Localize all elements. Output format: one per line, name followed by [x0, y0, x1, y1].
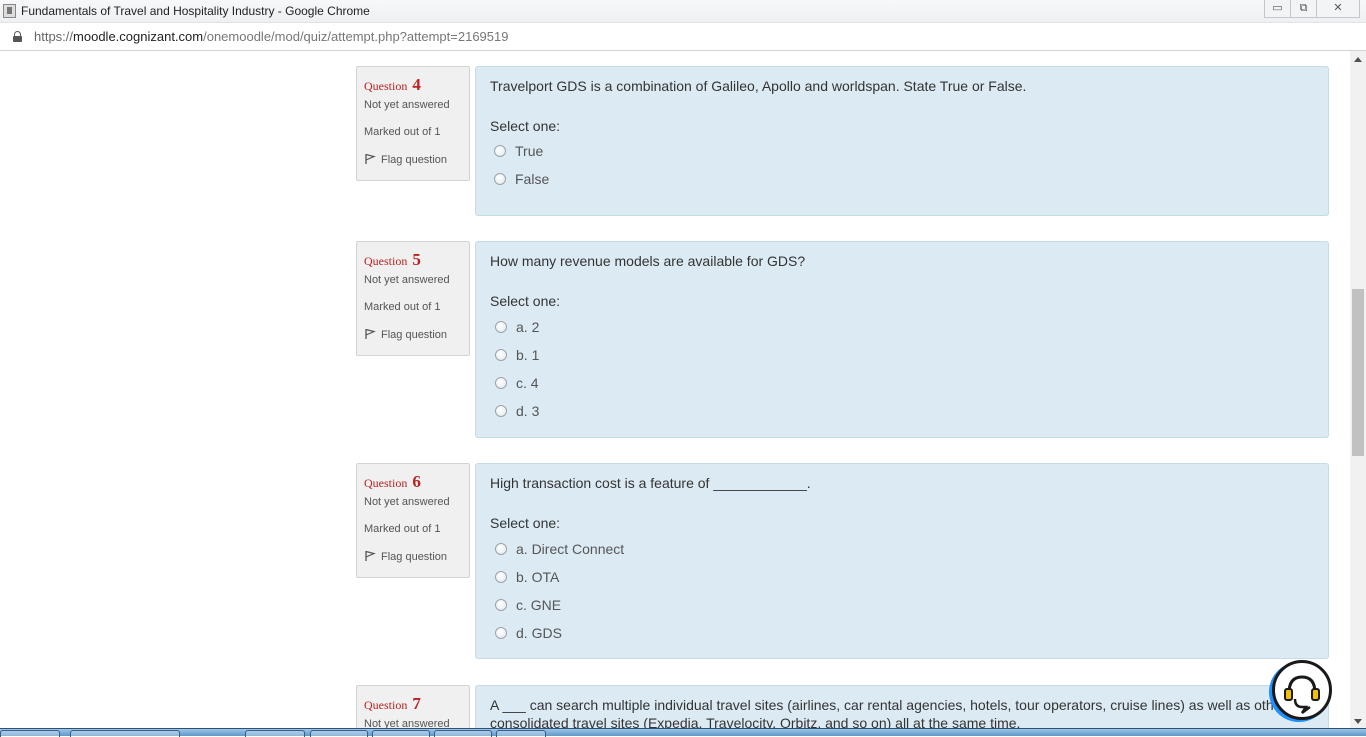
radio-button[interactable] [495, 405, 507, 417]
question-number: Question 7 [364, 694, 462, 713]
question-text: A ___ can search multiple individual tra… [490, 697, 1287, 730]
question-label: Question [364, 476, 408, 490]
option-a[interactable]: a. Direct Connect [490, 535, 1314, 563]
question-text: High transaction cost is a feature of __… [490, 475, 811, 491]
scroll-down-arrow-icon[interactable] [1354, 719, 1362, 724]
radio-button[interactable] [494, 145, 506, 157]
radio-button[interactable] [495, 377, 507, 389]
page-content: Question 4 Not yet answered Marked out o… [0, 51, 1350, 730]
question-text: How many revenue models are available fo… [490, 253, 806, 269]
radio-button[interactable] [495, 349, 507, 361]
window-title: Fundamentals of Travel and Hospitality I… [21, 4, 370, 18]
question-content: High transaction cost is a feature of __… [475, 463, 1329, 659]
select-one-prompt: Select one: [490, 118, 561, 134]
option-label: c. 4 [516, 375, 539, 391]
option-false[interactable]: False [490, 165, 1314, 193]
option-label: b. 1 [516, 347, 540, 363]
question-text: Travelport GDS is a combination of Galil… [490, 78, 1027, 94]
option-label: d. GDS [516, 625, 562, 641]
radio-button[interactable] [495, 627, 507, 639]
option-b[interactable]: b. 1 [490, 341, 1314, 369]
question-label: Question [364, 698, 408, 712]
option-label: d. 3 [516, 403, 540, 419]
option-b[interactable]: b. OTA [490, 563, 1314, 591]
question-grade: Marked out of 1 [364, 126, 441, 138]
url-scheme: https:// [34, 29, 74, 44]
question-content: A ___ can search multiple individual tra… [475, 685, 1329, 730]
answer-options: True False [490, 137, 1314, 193]
flag-icon [365, 328, 376, 339]
url-path: /onemoodle/mod/quiz/attempt.php?attempt=… [203, 29, 509, 44]
scroll-up-arrow-icon[interactable] [1354, 57, 1362, 62]
question-label: Question [364, 79, 408, 93]
question-content: How many revenue models are available fo… [475, 241, 1329, 438]
flag-icon [365, 550, 376, 561]
radio-button[interactable] [495, 599, 507, 611]
question-number-value: 6 [412, 472, 421, 491]
flag-question-button[interactable]: Flag question [364, 153, 462, 175]
question-content: Travelport GDS is a combination of Galil… [475, 66, 1329, 216]
window-controls: ▭ ⧉ ✕ [1264, 0, 1360, 18]
question-number-value: 5 [412, 250, 421, 269]
option-c[interactable]: c. 4 [490, 369, 1314, 397]
question-number: Question 4 [364, 75, 462, 94]
question-grade: Marked out of 1 [364, 301, 441, 313]
select-one-prompt: Select one: [490, 293, 561, 309]
option-true[interactable]: True [490, 137, 1314, 165]
question-state: Not yet answered [364, 496, 450, 508]
flag-question-button[interactable]: Flag question [364, 550, 462, 572]
radio-button[interactable] [495, 543, 507, 555]
flag-label: Flag question [381, 551, 448, 563]
page-favicon-icon [3, 4, 16, 18]
window-titlebar: Fundamentals of Travel and Hospitality I… [0, 0, 1366, 23]
radio-button[interactable] [495, 321, 507, 333]
option-label: a. Direct Connect [516, 541, 625, 557]
page-scrollbar[interactable] [1350, 51, 1366, 730]
lock-icon[interactable] [13, 31, 22, 42]
question-state: Not yet answered [364, 274, 450, 286]
question-number-value: 4 [412, 75, 421, 94]
headset-help-icon [1284, 675, 1320, 714]
scrollbar-thumb[interactable] [1352, 289, 1364, 456]
option-a[interactable]: a. 2 [490, 313, 1314, 341]
url-host: moodle.cognizant.com [73, 29, 204, 44]
url-text[interactable]: https://moodle.cognizant.com/onemoodle/m… [34, 29, 508, 44]
radio-button[interactable] [495, 571, 507, 583]
flag-icon [365, 153, 376, 164]
question-info: Question 7 Not yet answered [356, 685, 470, 730]
option-c[interactable]: c. GNE [490, 591, 1314, 619]
radio-button[interactable] [494, 173, 506, 185]
help-chat-button[interactable] [1272, 660, 1332, 720]
question-state: Not yet answered [364, 99, 450, 111]
flag-label: Flag question [381, 329, 448, 341]
option-label: a. 2 [516, 319, 540, 335]
option-d[interactable]: d. 3 [490, 397, 1314, 425]
answer-options: a. Direct Connect b. OTA c. GNE d. GDS [490, 535, 1314, 647]
question-number: Question 5 [364, 250, 462, 269]
option-label: b. OTA [516, 569, 560, 585]
address-bar[interactable]: https://moodle.cognizant.com/onemoodle/m… [0, 23, 1366, 51]
flag-question-button[interactable]: Flag question [364, 328, 462, 350]
close-button[interactable]: ✕ [1316, 0, 1360, 18]
flag-label: Flag question [381, 154, 448, 166]
question-info: Question 6 Not yet answered Marked out o… [356, 463, 470, 578]
option-label: c. GNE [516, 597, 562, 613]
question-grade: Marked out of 1 [364, 523, 441, 535]
question-info: Question 4 Not yet answered Marked out o… [356, 66, 470, 181]
question-number-value: 7 [412, 694, 421, 713]
option-d[interactable]: d. GDS [490, 619, 1314, 647]
restore-button[interactable]: ⧉ [1290, 0, 1317, 18]
os-taskbar [0, 728, 1366, 737]
option-label: True [515, 143, 544, 159]
answer-options: a. 2 b. 1 c. 4 d. 3 [490, 313, 1314, 425]
select-one-prompt: Select one: [490, 515, 561, 531]
question-number: Question 6 [364, 472, 462, 491]
question-info: Question 5 Not yet answered Marked out o… [356, 241, 470, 356]
question-label: Question [364, 254, 408, 268]
option-label: False [515, 171, 550, 187]
minimize-button[interactable]: ▭ [1264, 0, 1291, 18]
